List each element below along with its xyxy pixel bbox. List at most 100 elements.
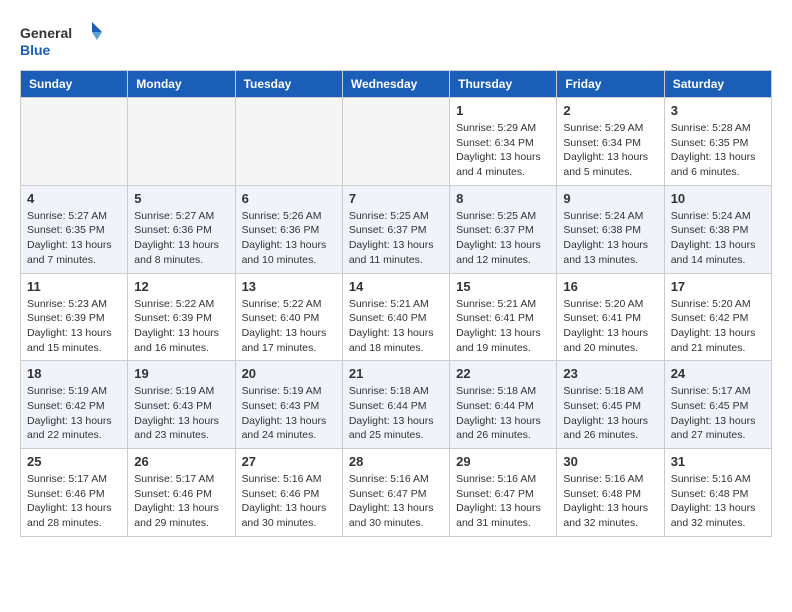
day-info: Sunrise: 5:18 AM Sunset: 6:44 PM Dayligh… — [456, 384, 550, 443]
calendar-cell: 22 Sunrise: 5:18 AM Sunset: 6:44 PM Dayli… — [450, 361, 557, 449]
calendar-cell: 27 Sunrise: 5:16 AM Sunset: 6:46 PM Dayli… — [235, 449, 342, 537]
calendar-week-row: 4 Sunrise: 5:27 AM Sunset: 6:35 PM Daylig… — [21, 185, 772, 273]
calendar-cell: 13Sunrise: 5:22 AM Sunset: 6:40 PM Dayli… — [235, 273, 342, 361]
day-number: 16 — [563, 279, 657, 294]
day-info: Sunrise: 5:27 AM Sunset: 6:36 PM Dayligh… — [134, 209, 228, 268]
day-number: 2 — [563, 103, 657, 118]
day-info: Sunrise: 5:18 AM Sunset: 6:44 PM Dayligh… — [349, 384, 443, 443]
day-info: Sunrise: 5:27 AM Sunset: 6:35 PM Dayligh… — [27, 209, 121, 268]
calendar-cell: 3 Sunrise: 5:28 AM Sunset: 6:35 PM Daylig… — [664, 98, 771, 186]
day-info: Sunrise: 5:24 AM Sunset: 6:38 PM Dayligh… — [563, 209, 657, 268]
calendar-header-row: SundayMondayTuesdayWednesdayThursdayFrid… — [21, 71, 772, 98]
calendar-week-row: 18 Sunrise: 5:19 AM Sunset: 6:42 PM Dayli… — [21, 361, 772, 449]
calendar-cell: 29Sunrise: 5:16 AM Sunset: 6:47 PM Dayli… — [450, 449, 557, 537]
day-header-tuesday: Tuesday — [235, 71, 342, 98]
calendar-table: SundayMondayTuesdayWednesdayThursdayFrid… — [20, 70, 772, 537]
calendar-cell: 24 Sunrise: 5:17 AM Sunset: 6:45 PM Dayli… — [664, 361, 771, 449]
day-info: Sunrise: 5:16 AM Sunset: 6:48 PM Dayligh… — [671, 472, 765, 531]
day-number: 12 — [134, 279, 228, 294]
day-number: 9 — [563, 191, 657, 206]
day-info: Sunrise: 5:28 AM Sunset: 6:35 PM Dayligh… — [671, 121, 765, 180]
day-number: 14 — [349, 279, 443, 294]
day-info: Sunrise: 5:20 AM Sunset: 6:41 PM Dayligh… — [563, 297, 657, 356]
logo-icon: GeneralBlue — [20, 20, 115, 60]
day-info: Sunrise: 5:16 AM Sunset: 6:47 PM Dayligh… — [456, 472, 550, 531]
day-number: 24 — [671, 366, 765, 381]
day-info: Sunrise: 5:22 AM Sunset: 6:39 PM Dayligh… — [134, 297, 228, 356]
calendar-cell — [21, 98, 128, 186]
calendar-cell: 14 Sunrise: 5:21 AM Sunset: 6:40 PM Dayli… — [342, 273, 449, 361]
day-info: Sunrise: 5:21 AM Sunset: 6:41 PM Dayligh… — [456, 297, 550, 356]
logo: GeneralBlue — [20, 20, 115, 60]
day-header-wednesday: Wednesday — [342, 71, 449, 98]
day-number: 17 — [671, 279, 765, 294]
calendar-cell: 28 Sunrise: 5:16 AM Sunset: 6:47 PM Dayli… — [342, 449, 449, 537]
day-number: 7 — [349, 191, 443, 206]
svg-text:General: General — [20, 25, 72, 41]
day-number: 31 — [671, 454, 765, 469]
day-info: Sunrise: 5:16 AM Sunset: 6:48 PM Dayligh… — [563, 472, 657, 531]
calendar-cell: 23 Sunrise: 5:18 AM Sunset: 6:45 PM Dayli… — [557, 361, 664, 449]
calendar-cell: 21 Sunrise: 5:18 AM Sunset: 6:44 PM Dayli… — [342, 361, 449, 449]
day-info: Sunrise: 5:19 AM Sunset: 6:42 PM Dayligh… — [27, 384, 121, 443]
day-info: Sunrise: 5:24 AM Sunset: 6:38 PM Dayligh… — [671, 209, 765, 268]
day-header-friday: Friday — [557, 71, 664, 98]
calendar-cell: 17Sunrise: 5:20 AM Sunset: 6:42 PM Dayli… — [664, 273, 771, 361]
day-number: 26 — [134, 454, 228, 469]
page-header: GeneralBlue — [20, 20, 772, 60]
day-info: Sunrise: 5:23 AM Sunset: 6:39 PM Dayligh… — [27, 297, 121, 356]
day-number: 27 — [242, 454, 336, 469]
calendar-cell: 4 Sunrise: 5:27 AM Sunset: 6:35 PM Daylig… — [21, 185, 128, 273]
calendar-cell: 31 Sunrise: 5:16 AM Sunset: 6:48 PM Dayli… — [664, 449, 771, 537]
calendar-week-row: 25Sunrise: 5:17 AM Sunset: 6:46 PM Dayli… — [21, 449, 772, 537]
day-info: Sunrise: 5:29 AM Sunset: 6:34 PM Dayligh… — [456, 121, 550, 180]
day-info: Sunrise: 5:19 AM Sunset: 6:43 PM Dayligh… — [242, 384, 336, 443]
day-number: 21 — [349, 366, 443, 381]
day-number: 8 — [456, 191, 550, 206]
day-number: 20 — [242, 366, 336, 381]
day-number: 30 — [563, 454, 657, 469]
day-info: Sunrise: 5:25 AM Sunset: 6:37 PM Dayligh… — [349, 209, 443, 268]
day-info: Sunrise: 5:19 AM Sunset: 6:43 PM Dayligh… — [134, 384, 228, 443]
calendar-cell: 25Sunrise: 5:17 AM Sunset: 6:46 PM Dayli… — [21, 449, 128, 537]
day-info: Sunrise: 5:17 AM Sunset: 6:45 PM Dayligh… — [671, 384, 765, 443]
day-info: Sunrise: 5:16 AM Sunset: 6:47 PM Dayligh… — [349, 472, 443, 531]
day-info: Sunrise: 5:26 AM Sunset: 6:36 PM Dayligh… — [242, 209, 336, 268]
calendar-cell: 18 Sunrise: 5:19 AM Sunset: 6:42 PM Dayli… — [21, 361, 128, 449]
calendar-week-row: 1 Sunrise: 5:29 AM Sunset: 6:34 PM Daylig… — [21, 98, 772, 186]
calendar-cell — [128, 98, 235, 186]
calendar-cell: 20 Sunrise: 5:19 AM Sunset: 6:43 PM Dayli… — [235, 361, 342, 449]
calendar-cell: 6 Sunrise: 5:26 AM Sunset: 6:36 PM Daylig… — [235, 185, 342, 273]
calendar-cell: 2 Sunrise: 5:29 AM Sunset: 6:34 PM Daylig… — [557, 98, 664, 186]
day-number: 18 — [27, 366, 121, 381]
day-number: 10 — [671, 191, 765, 206]
day-number: 5 — [134, 191, 228, 206]
calendar-week-row: 11Sunrise: 5:23 AM Sunset: 6:39 PM Dayli… — [21, 273, 772, 361]
day-info: Sunrise: 5:22 AM Sunset: 6:40 PM Dayligh… — [242, 297, 336, 356]
calendar-cell: 1 Sunrise: 5:29 AM Sunset: 6:34 PM Daylig… — [450, 98, 557, 186]
day-info: Sunrise: 5:25 AM Sunset: 6:37 PM Dayligh… — [456, 209, 550, 268]
day-info: Sunrise: 5:16 AM Sunset: 6:46 PM Dayligh… — [242, 472, 336, 531]
day-number: 3 — [671, 103, 765, 118]
day-number: 4 — [27, 191, 121, 206]
calendar-cell: 10 Sunrise: 5:24 AM Sunset: 6:38 PM Dayli… — [664, 185, 771, 273]
day-number: 1 — [456, 103, 550, 118]
day-info: Sunrise: 5:29 AM Sunset: 6:34 PM Dayligh… — [563, 121, 657, 180]
day-number: 23 — [563, 366, 657, 381]
calendar-cell: 12 Sunrise: 5:22 AM Sunset: 6:39 PM Dayli… — [128, 273, 235, 361]
calendar-cell: 11Sunrise: 5:23 AM Sunset: 6:39 PM Dayli… — [21, 273, 128, 361]
day-header-saturday: Saturday — [664, 71, 771, 98]
calendar-cell — [342, 98, 449, 186]
day-number: 6 — [242, 191, 336, 206]
svg-text:Blue: Blue — [20, 42, 51, 58]
day-header-thursday: Thursday — [450, 71, 557, 98]
calendar-cell: 26Sunrise: 5:17 AM Sunset: 6:46 PM Dayli… — [128, 449, 235, 537]
calendar-cell: 15 Sunrise: 5:21 AM Sunset: 6:41 PM Dayli… — [450, 273, 557, 361]
calendar-cell: 5 Sunrise: 5:27 AM Sunset: 6:36 PM Daylig… — [128, 185, 235, 273]
day-number: 22 — [456, 366, 550, 381]
day-number: 28 — [349, 454, 443, 469]
day-info: Sunrise: 5:18 AM Sunset: 6:45 PM Dayligh… — [563, 384, 657, 443]
day-info: Sunrise: 5:21 AM Sunset: 6:40 PM Dayligh… — [349, 297, 443, 356]
day-number: 15 — [456, 279, 550, 294]
day-number: 19 — [134, 366, 228, 381]
